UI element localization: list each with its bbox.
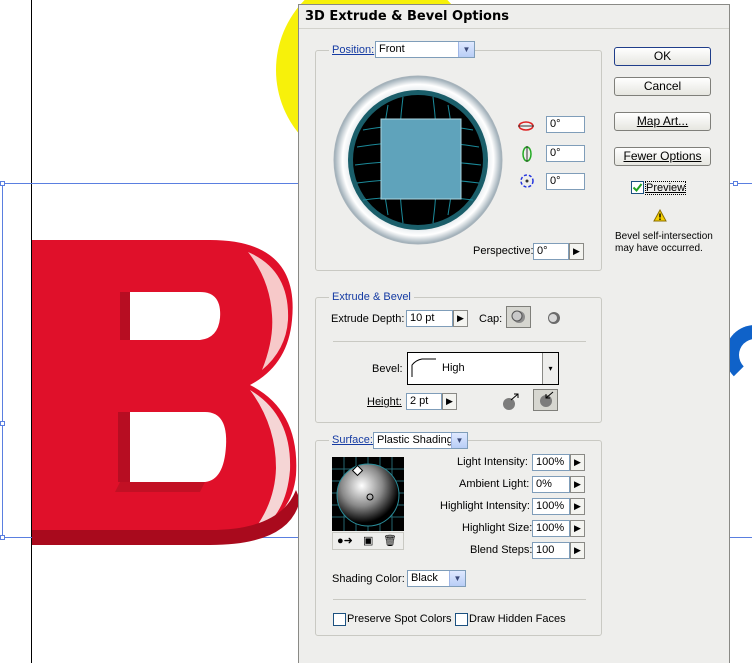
position-preset-dropdown[interactable]: Front ▼	[375, 41, 475, 58]
preserve-spot-colors-label[interactable]: Preserve Spot Colors	[347, 613, 452, 625]
extrude-depth-label: Extrude Depth:	[331, 313, 405, 325]
position-label: Position:	[329, 44, 378, 56]
extrude-depth-field[interactable]: 10 pt	[406, 310, 453, 327]
bevel-in-button[interactable]	[533, 389, 558, 411]
chevron-down-icon: ▾	[542, 353, 558, 384]
highlight-intensity-label: Highlight Intensity:	[440, 500, 530, 512]
rotate-z-axis-icon	[520, 174, 534, 188]
rotate-x-field[interactable]: 0°	[546, 116, 585, 133]
chevron-down-icon: ▼	[449, 571, 465, 586]
height-label: Height:	[367, 396, 402, 408]
cancel-button[interactable]: Cancel	[614, 77, 711, 96]
chevron-down-icon: ▼	[451, 433, 467, 448]
extrude-bevel-legend: Extrude & Bevel	[329, 291, 414, 303]
warning-text-line1: Bevel self-intersection	[615, 231, 713, 242]
warning-icon	[653, 209, 667, 222]
light-toolbar: ●➜ ▣ 🗑	[332, 532, 404, 550]
ambient-light-label: Ambient Light:	[459, 478, 530, 490]
bevel-height-field[interactable]: 2 pt	[406, 393, 442, 410]
rotate-z-field[interactable]: 0°	[546, 173, 585, 190]
highlight-intensity-field[interactable]: 100%	[532, 498, 570, 515]
extrude-depth-slider-button[interactable]: ▶	[453, 310, 468, 327]
separator	[333, 599, 586, 600]
shading-color-label: Shading Color:	[332, 573, 405, 585]
selection-handle[interactable]	[0, 181, 5, 186]
bevel-value: High	[442, 362, 465, 374]
preserve-spot-colors-checkbox[interactable]	[333, 613, 346, 626]
draw-hidden-faces-checkbox[interactable]	[455, 613, 468, 626]
highlight-size-field[interactable]: 100%	[532, 520, 570, 537]
rotate-y-field[interactable]: 0°	[546, 145, 585, 162]
selection-handle[interactable]	[733, 181, 738, 186]
shading-color-dropdown[interactable]: Black ▼	[407, 570, 466, 587]
cap-off-icon[interactable]	[545, 310, 563, 326]
blend-steps-slider-button[interactable]: ▶	[570, 542, 585, 559]
rotate-y-axis-icon	[522, 146, 532, 162]
bevel-in-icon	[540, 391, 554, 407]
blend-steps-field[interactable]: 100	[532, 542, 570, 559]
fewer-options-button[interactable]: Fewer Options	[614, 147, 711, 166]
new-light-icon[interactable]: ▣	[363, 534, 373, 547]
perspective-field[interactable]: 0°	[533, 243, 569, 260]
bevel-dropdown[interactable]: High ▾	[407, 352, 559, 385]
position-preset-value: Front	[379, 43, 405, 55]
ambient-light-field[interactable]: 0%	[532, 476, 570, 493]
cap-label: Cap:	[479, 313, 503, 325]
light-intensity-field[interactable]: 100%	[532, 454, 570, 471]
preview-label[interactable]: Preview	[644, 181, 687, 195]
rotate-x-axis-icon	[518, 121, 534, 131]
highlight-size-label: Highlight Size:	[462, 522, 533, 534]
light-intensity-label: Light Intensity:	[457, 456, 528, 468]
ok-button[interactable]: OK	[614, 47, 711, 66]
separator	[333, 341, 586, 342]
ambient-light-slider-button[interactable]: ▶	[570, 476, 585, 493]
lighting-sphere-preview[interactable]	[332, 457, 404, 531]
move-light-back-icon[interactable]: ●➜	[337, 534, 353, 547]
surface-label: Surface:	[329, 434, 376, 446]
light-intensity-slider-button[interactable]: ▶	[570, 454, 585, 471]
surface-value: Plastic Shading	[377, 434, 453, 446]
map-art-button[interactable]: Map Art...	[614, 112, 711, 131]
bevel-profile-icon	[411, 358, 436, 377]
bevel-out-icon[interactable]	[499, 392, 521, 412]
draw-hidden-faces-label[interactable]: Draw Hidden Faces	[469, 613, 566, 625]
cap-on-button[interactable]	[506, 306, 531, 328]
perspective-label: Perspective:	[473, 245, 534, 257]
shading-color-value: Black	[411, 572, 438, 584]
checkmark-icon	[632, 183, 643, 193]
surface-dropdown[interactable]: Plastic Shading ▼	[373, 432, 468, 449]
perspective-slider-button[interactable]: ▶	[569, 243, 584, 260]
chevron-down-icon: ▼	[458, 42, 474, 57]
highlight-intensity-slider-button[interactable]: ▶	[570, 498, 585, 515]
dialog-title[interactable]: 3D Extrude & Bevel Options	[299, 5, 729, 29]
highlight-size-slider-button[interactable]: ▶	[570, 520, 585, 537]
preview-checkbox[interactable]	[631, 181, 644, 194]
bevel-label: Bevel:	[372, 363, 403, 375]
warning-text-line2: may have occurred.	[615, 243, 703, 254]
track-cube-widget[interactable]	[333, 75, 503, 245]
extrude-bevel-dialog: 3D Extrude & Bevel Options Position: Fro…	[298, 4, 730, 663]
extruded-letter-b[interactable]	[0, 200, 320, 550]
delete-light-icon[interactable]: 🗑	[383, 534, 397, 547]
bevel-height-slider-button[interactable]: ▶	[442, 393, 457, 410]
cap-on-icon	[511, 310, 525, 323]
blend-steps-label: Blend Steps:	[470, 544, 533, 556]
